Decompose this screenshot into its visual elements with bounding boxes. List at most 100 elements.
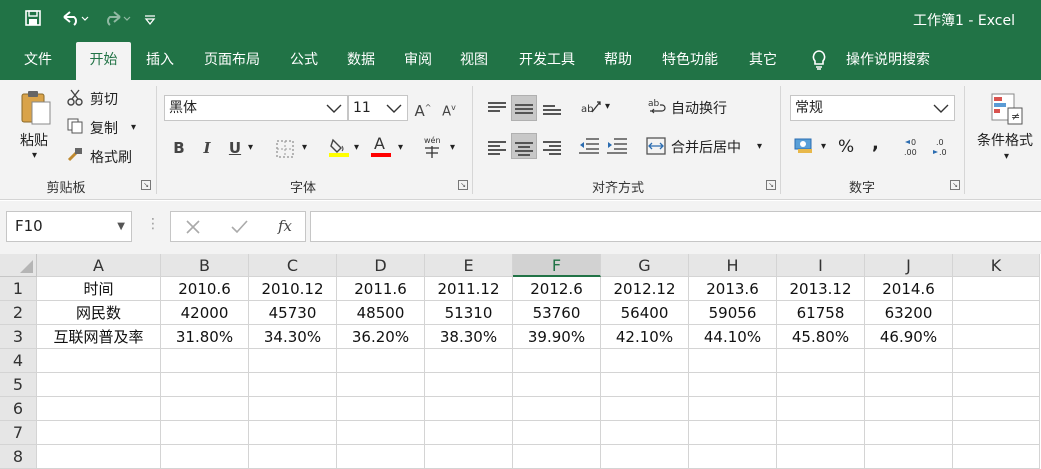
cell-j7[interactable] — [865, 421, 953, 445]
merge-dropdown-icon[interactable]: ▾ — [757, 141, 762, 152]
cell-g4[interactable] — [601, 349, 689, 373]
format-painter-icon[interactable] — [66, 146, 84, 164]
orientation-icon[interactable]: ab — [580, 98, 602, 118]
chevron-down-icon[interactable]: ▼ — [117, 212, 125, 241]
paste-dropdown-icon[interactable]: ▾ — [32, 150, 37, 161]
insert-function-icon[interactable]: fx — [273, 215, 297, 237]
row-header-3[interactable]: 3 — [0, 325, 37, 349]
fill-color-dropdown-icon[interactable]: ▾ — [354, 142, 359, 153]
increase-decimal-icon[interactable]: 0.00 — [902, 136, 924, 158]
clipboard-launcher-icon[interactable]: ↘ — [141, 180, 151, 190]
cell-j5[interactable] — [865, 373, 953, 397]
cell-e8[interactable] — [425, 445, 513, 469]
conditional-formatting-icon[interactable]: ≠ — [990, 92, 1024, 126]
cell-c3[interactable]: 34.30% — [249, 325, 337, 349]
accounting-dropdown-icon[interactable]: ▾ — [821, 141, 826, 152]
cell-a7[interactable] — [37, 421, 161, 445]
cell-f4[interactable] — [513, 349, 601, 373]
cell-d1[interactable]: 2011.6 — [337, 277, 425, 301]
cell-e6[interactable] — [425, 397, 513, 421]
accounting-format-icon[interactable] — [794, 137, 816, 155]
align-left-icon[interactable] — [484, 133, 510, 159]
cell-e7[interactable] — [425, 421, 513, 445]
phonetic-dropdown-icon[interactable]: ▾ — [450, 142, 455, 153]
cell-a2[interactable]: 网民数 — [37, 301, 161, 325]
tab-view[interactable]: 视图 — [450, 40, 498, 80]
cell-f8[interactable] — [513, 445, 601, 469]
tab-formulas[interactable]: 公式 — [280, 40, 328, 80]
cell-h1[interactable]: 2013.6 — [689, 277, 777, 301]
cell-i5[interactable] — [777, 373, 865, 397]
format-painter-button[interactable]: 格式刷 — [90, 147, 132, 167]
italic-button[interactable]: I — [194, 135, 220, 161]
row-header-4[interactable]: 4 — [0, 349, 37, 373]
orientation-dropdown-icon[interactable]: ▾ — [605, 101, 610, 112]
cell-d4[interactable] — [337, 349, 425, 373]
cell-f2[interactable]: 53760 — [513, 301, 601, 325]
tab-review[interactable]: 审阅 — [394, 40, 442, 80]
column-header-h[interactable]: H — [689, 254, 777, 277]
select-all-button[interactable] — [0, 254, 37, 277]
tab-data[interactable]: 数据 — [337, 40, 385, 80]
underline-button[interactable]: U — [222, 135, 248, 161]
cell-h4[interactable] — [689, 349, 777, 373]
cell-b6[interactable] — [161, 397, 249, 421]
cell-a6[interactable] — [37, 397, 161, 421]
cell-j1[interactable]: 2014.6 — [865, 277, 953, 301]
cell-b5[interactable] — [161, 373, 249, 397]
cell-f3[interactable]: 39.90% — [513, 325, 601, 349]
lightbulb-icon[interactable] — [805, 40, 833, 80]
column-header-g[interactable]: G — [601, 254, 689, 277]
cell-b1[interactable]: 2010.6 — [161, 277, 249, 301]
customize-qat-icon[interactable] — [144, 11, 158, 30]
cell-c5[interactable] — [249, 373, 337, 397]
font-color-dropdown-icon[interactable]: ▾ — [398, 142, 403, 153]
cell-h3[interactable]: 44.10% — [689, 325, 777, 349]
grip-icon[interactable]: ⋮ — [146, 216, 160, 232]
increase-font-size-icon[interactable]: A^ — [410, 95, 436, 121]
cell-i2[interactable]: 61758 — [777, 301, 865, 325]
cell-f7[interactable] — [513, 421, 601, 445]
cell-b8[interactable] — [161, 445, 249, 469]
copy-icon[interactable] — [66, 117, 84, 135]
column-header-j[interactable]: J — [865, 254, 953, 277]
cell-g1[interactable]: 2012.12 — [601, 277, 689, 301]
row-header-8[interactable]: 8 — [0, 445, 37, 469]
number-format-combo[interactable]: 常规 — [790, 95, 955, 121]
row-header-5[interactable]: 5 — [0, 373, 37, 397]
align-top-icon[interactable] — [484, 95, 510, 121]
tab-home[interactable]: 开始 — [76, 42, 131, 80]
row-header-1[interactable]: 1 — [0, 277, 37, 301]
cell-a8[interactable] — [37, 445, 161, 469]
cell-h2[interactable]: 59056 — [689, 301, 777, 325]
cell-j3[interactable]: 46.90% — [865, 325, 953, 349]
merge-center-icon[interactable] — [646, 136, 666, 156]
save-icon[interactable] — [24, 9, 46, 31]
number-launcher-icon[interactable]: ↘ — [950, 180, 960, 190]
tell-me-search[interactable]: 操作说明搜索 — [838, 40, 938, 80]
cell-e1[interactable]: 2011.12 — [425, 277, 513, 301]
paste-button[interactable]: 粘贴 — [20, 130, 48, 150]
cell-f1[interactable]: 2012.6 — [513, 277, 601, 301]
cell-d7[interactable] — [337, 421, 425, 445]
cell-c7[interactable] — [249, 421, 337, 445]
decrease-font-size-icon[interactable]: Av — [436, 95, 462, 121]
name-box[interactable]: F10 ▼ — [6, 211, 132, 242]
cell-b2[interactable]: 42000 — [161, 301, 249, 325]
copy-dropdown-icon[interactable]: ▾ — [131, 122, 136, 133]
cell-g5[interactable] — [601, 373, 689, 397]
align-middle-icon[interactable] — [511, 95, 537, 121]
cell-h7[interactable] — [689, 421, 777, 445]
cell-c8[interactable] — [249, 445, 337, 469]
column-header-d[interactable]: D — [337, 254, 425, 277]
column-header-a[interactable]: A — [37, 254, 161, 277]
borders-dropdown-icon[interactable]: ▾ — [302, 142, 307, 153]
cell-i3[interactable]: 45.80% — [777, 325, 865, 349]
cell-c1[interactable]: 2010.12 — [249, 277, 337, 301]
borders-icon[interactable] — [276, 140, 294, 158]
cell-c4[interactable] — [249, 349, 337, 373]
cell-j4[interactable] — [865, 349, 953, 373]
tab-page-layout[interactable]: 页面布局 — [195, 40, 269, 80]
phonetic-guide-icon[interactable]: wén — [420, 135, 446, 159]
cell-k5[interactable] — [953, 373, 1040, 397]
